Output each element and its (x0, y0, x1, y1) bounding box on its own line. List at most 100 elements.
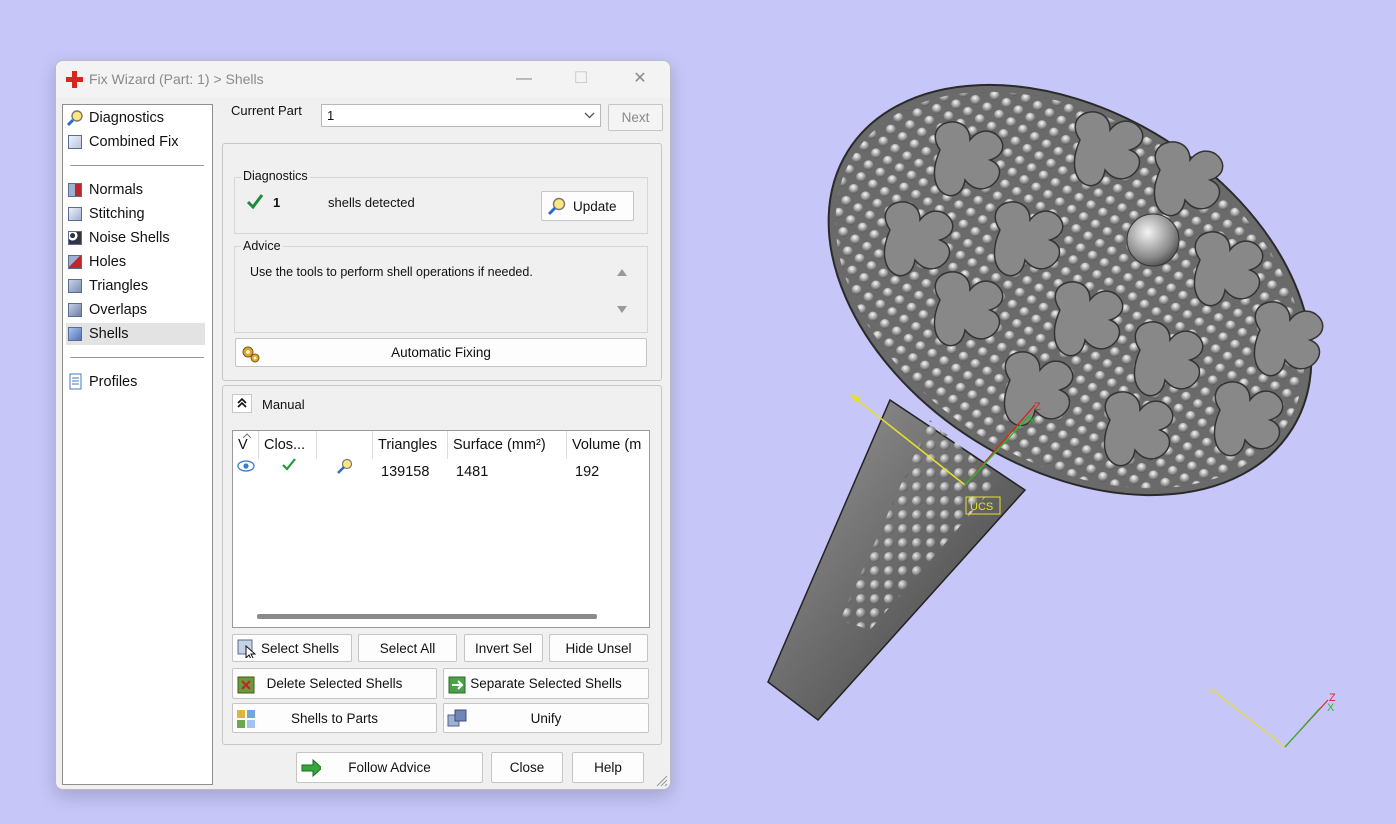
nav-item-shells[interactable]: Shells (66, 323, 205, 345)
ucs-label: UCS (970, 501, 993, 513)
nav-item-label: Shells (89, 326, 129, 342)
cell-surface: 1481 (456, 464, 489, 480)
sort-up-icon (243, 433, 251, 438)
shells-to-parts-icon (237, 710, 255, 728)
advice-text: Use the tools to perform shell operation… (250, 265, 533, 279)
select-cursor-icon (237, 639, 256, 658)
next-button[interactable]: Next (608, 104, 663, 131)
shells-to-parts-label: Shells to Parts (290, 710, 379, 726)
minimize-button[interactable]: — (506, 67, 542, 91)
delete-selected-shells-label: Delete Selected Shells (266, 676, 403, 691)
help-button[interactable]: Help (572, 752, 644, 783)
nav-item-label: Normals (89, 182, 143, 198)
magnifier-icon (547, 197, 566, 216)
current-part-value: 1 (327, 108, 335, 123)
stitching-cube-icon (66, 205, 84, 223)
nav-item-noise-shells[interactable]: Noise Shells (66, 227, 205, 249)
separate-selected-shells-label: Separate Selected Shells (470, 676, 622, 691)
cell-triangles: 139158 (381, 464, 430, 480)
ring-model[interactable]: UCS Z X Y Z X (700, 60, 1396, 821)
fix-wizard-nav: Diagnostics Combined Fix Normals Stitchi… (62, 104, 213, 785)
nav-item-diagnostics[interactable]: Diagnostics (66, 107, 205, 129)
shells-detected-text: shells detected (328, 195, 415, 210)
nav-item-stitching[interactable]: Stitching (66, 203, 205, 225)
shells-count: 1 (273, 195, 281, 210)
cube-icon (66, 133, 84, 151)
nav-divider (70, 165, 204, 166)
collapse-manual-button[interactable] (232, 394, 252, 413)
center-pearl (1126, 213, 1180, 267)
magnifier-icon (66, 109, 84, 127)
column-header-volume[interactable]: Volume (m (567, 431, 649, 459)
noise-shells-cube-icon (66, 229, 84, 247)
axis-x-label: X (1327, 702, 1335, 714)
gizmo-x-label: X (1028, 415, 1036, 427)
nav-item-label: Holes (89, 254, 127, 270)
scroll-up-icon[interactable] (617, 268, 627, 276)
select-shells-button[interactable]: Select Shells (232, 634, 352, 662)
chevron-down-icon (584, 112, 595, 119)
checkmark-icon (246, 194, 264, 210)
double-chevron-up-icon (237, 397, 247, 408)
nav-item-label: Diagnostics (89, 110, 164, 126)
delete-shells-icon (237, 676, 255, 694)
nav-item-normals[interactable]: Normals (66, 179, 205, 201)
nav-item-profiles[interactable]: Profiles (66, 371, 205, 393)
red-cross-icon (66, 71, 83, 88)
column-header-closed[interactable]: Clos... (259, 431, 317, 459)
magnifier-icon[interactable] (336, 458, 354, 475)
window-title: Fix Wizard (Part: 1) > Shells (89, 71, 264, 87)
shells-to-parts-button[interactable]: Shells to Parts (232, 703, 437, 733)
cell-volume: 192 (575, 464, 600, 480)
green-arrow-right-icon (301, 758, 321, 778)
nav-item-label: Noise Shells (89, 230, 170, 246)
follow-advice-button[interactable]: Follow Advice (296, 752, 483, 783)
nav-item-label: Overlaps (89, 302, 148, 318)
nav-item-label: Profiles (89, 374, 138, 390)
gears-icon (242, 346, 260, 363)
current-part-label: Current Part (231, 103, 302, 118)
nav-item-combined-fix[interactable]: Combined Fix (66, 131, 205, 153)
horizontal-scrollbar[interactable] (257, 614, 597, 619)
maximize-button[interactable]: ☐ (563, 67, 599, 91)
nav-item-overlaps[interactable]: Overlaps (66, 299, 205, 321)
automatic-fixing-label: Automatic Fixing (391, 345, 491, 360)
unify-button[interactable]: Unify (443, 703, 649, 733)
resize-grip-icon[interactable] (655, 774, 668, 787)
advice-legend: Advice (241, 239, 283, 253)
diagnostics-legend: Diagnostics (241, 169, 310, 183)
close-button[interactable]: Close (491, 752, 563, 783)
close-window-button[interactable]: ✕ (622, 67, 658, 91)
automatic-fixing-button[interactable]: Automatic Fixing (235, 338, 647, 367)
title-bar[interactable]: Fix Wizard (Part: 1) > Shells — ☐ ✕ (56, 61, 670, 97)
select-all-button[interactable]: Select All (358, 634, 457, 662)
shells-table[interactable]: V Clos... Triangles Surface (mm²) Volume… (232, 430, 650, 628)
update-button[interactable]: Update (541, 191, 634, 221)
column-header-surface[interactable]: Surface (mm²) (448, 431, 567, 459)
unify-cubes-icon (447, 709, 467, 727)
triangles-cube-icon (66, 277, 84, 295)
hide-unselected-button[interactable]: Hide Unsel (549, 634, 648, 662)
column-header-triangles[interactable]: Triangles (373, 431, 448, 459)
axis-y-label: Y (1208, 687, 1216, 699)
nav-item-label: Triangles (89, 278, 149, 294)
delete-selected-shells-button[interactable]: Delete Selected Shells (232, 668, 437, 699)
unify-label: Unify (530, 710, 562, 726)
nav-item-label: Combined Fix (89, 134, 179, 150)
select-shells-label: Select Shells (261, 640, 340, 656)
nav-item-holes[interactable]: Holes (66, 251, 205, 273)
advice-textarea[interactable]: Use the tools to perform shell operation… (242, 260, 632, 324)
shells-cube-icon (66, 325, 84, 343)
document-icon (66, 373, 84, 391)
gizmo-z-label: Z (1034, 401, 1041, 413)
separate-selected-shells-button[interactable]: Separate Selected Shells (443, 668, 649, 699)
current-part-select[interactable]: 1 (321, 104, 601, 127)
column-header-zoom[interactable] (317, 431, 373, 459)
eye-icon[interactable] (237, 460, 255, 472)
invert-selection-button[interactable]: Invert Sel (464, 634, 543, 662)
3d-viewport[interactable]: UCS Z X Y Z X (700, 60, 1396, 821)
nav-item-triangles[interactable]: Triangles (66, 275, 205, 297)
nav-item-label: Stitching (89, 206, 145, 222)
scroll-down-icon[interactable] (617, 306, 627, 314)
checkmark-icon (282, 458, 296, 471)
